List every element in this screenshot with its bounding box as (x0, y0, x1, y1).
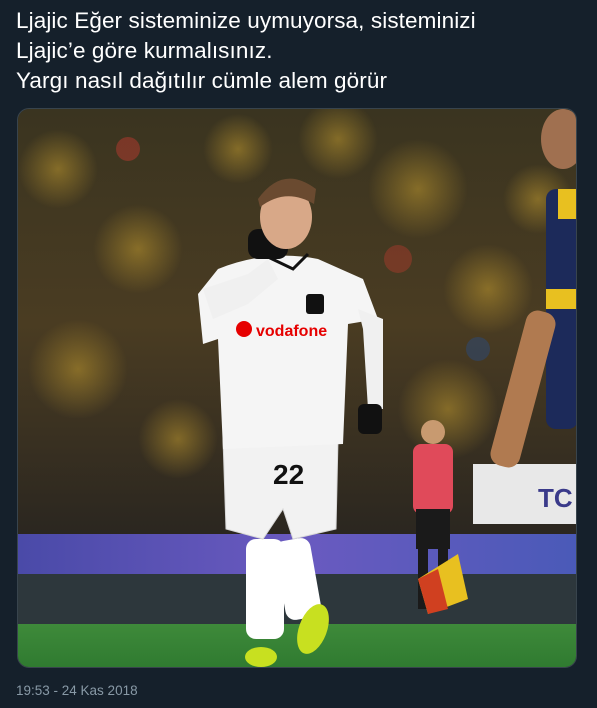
pitch (18, 624, 576, 667)
tweet-text-line-1: Ljajic Eğer sisteminize uymuyorsa, siste… (16, 8, 476, 33)
football-player-photo: TC 22 vodafone (18, 109, 576, 667)
tweet-photo[interactable]: TC 22 vodafone (17, 108, 577, 668)
jersey-number: 22 (273, 459, 304, 490)
tweet-text-line-2: Ljajic’e göre kurmalısınız. (16, 38, 273, 63)
tweet-text: Ljajic Eğer sisteminize uymuyorsa, siste… (16, 6, 586, 96)
tweet-text-line-3: Yargı nasıl dağıtılır cümle alem görür (16, 68, 388, 93)
tweet-timestamp[interactable]: 19:53 - 24 Kas 2018 (16, 683, 138, 698)
sponsor-logo: vodafone (256, 323, 327, 340)
banner-text: TC (538, 483, 573, 513)
